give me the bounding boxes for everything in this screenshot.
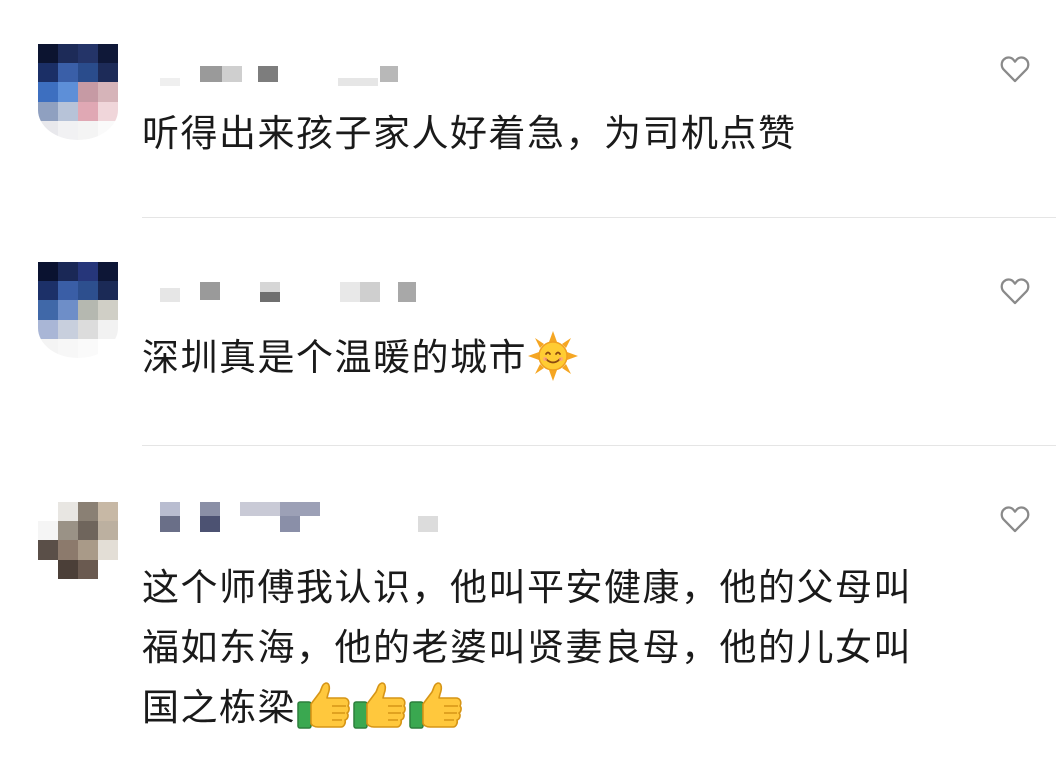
comment-text: 听得出来孩子家人好着急，为司机点赞 bbox=[142, 106, 797, 162]
sun-face-emoji bbox=[527, 330, 579, 382]
comment-item: 听得出来孩子家人好着急，为司机点赞 bbox=[0, 0, 1056, 218]
comment-text-line: 福如东海，他的老婆叫贤妻良母，他的儿女叫 bbox=[142, 626, 912, 669]
username-redacted[interactable] bbox=[160, 62, 430, 86]
avatar[interactable] bbox=[38, 262, 118, 358]
thumbs-up-emoji bbox=[352, 680, 408, 732]
comment-text: 这个师傅我认识，他叫平安健康，他的父母叫 福如东海，他的老婆叫贤妻良母，他的儿女… bbox=[142, 558, 912, 738]
comment-text-line: 这个师傅我认识，他叫平安健康，他的父母叫 bbox=[142, 566, 912, 609]
comment-item: 深圳真是个温暖的城市 bbox=[0, 218, 1056, 446]
comment-text-line: 国之栋梁 bbox=[142, 686, 296, 729]
heart-outline-icon[interactable] bbox=[998, 502, 1032, 536]
comment-text-last-line: 国之栋梁 bbox=[142, 678, 912, 738]
comment-item: 这个师傅我认识，他叫平安健康，他的父母叫 福如东海，他的老婆叫贤妻良母，他的儿女… bbox=[0, 446, 1056, 759]
heart-outline-icon[interactable] bbox=[998, 52, 1032, 86]
avatar[interactable] bbox=[38, 44, 118, 140]
heart-outline-icon[interactable] bbox=[998, 274, 1032, 308]
avatar[interactable] bbox=[38, 502, 118, 598]
username-redacted[interactable] bbox=[160, 502, 450, 532]
comment-text: 深圳真是个温暖的城市 bbox=[142, 330, 579, 386]
thumbs-up-emoji bbox=[408, 680, 464, 732]
username-redacted[interactable] bbox=[160, 282, 430, 306]
comment-text-body: 深圳真是个温暖的城市 bbox=[142, 336, 527, 379]
thumbs-up-emoji bbox=[296, 680, 352, 732]
comment-text-body: 听得出来孩子家人好着急，为司机点赞 bbox=[142, 112, 797, 155]
